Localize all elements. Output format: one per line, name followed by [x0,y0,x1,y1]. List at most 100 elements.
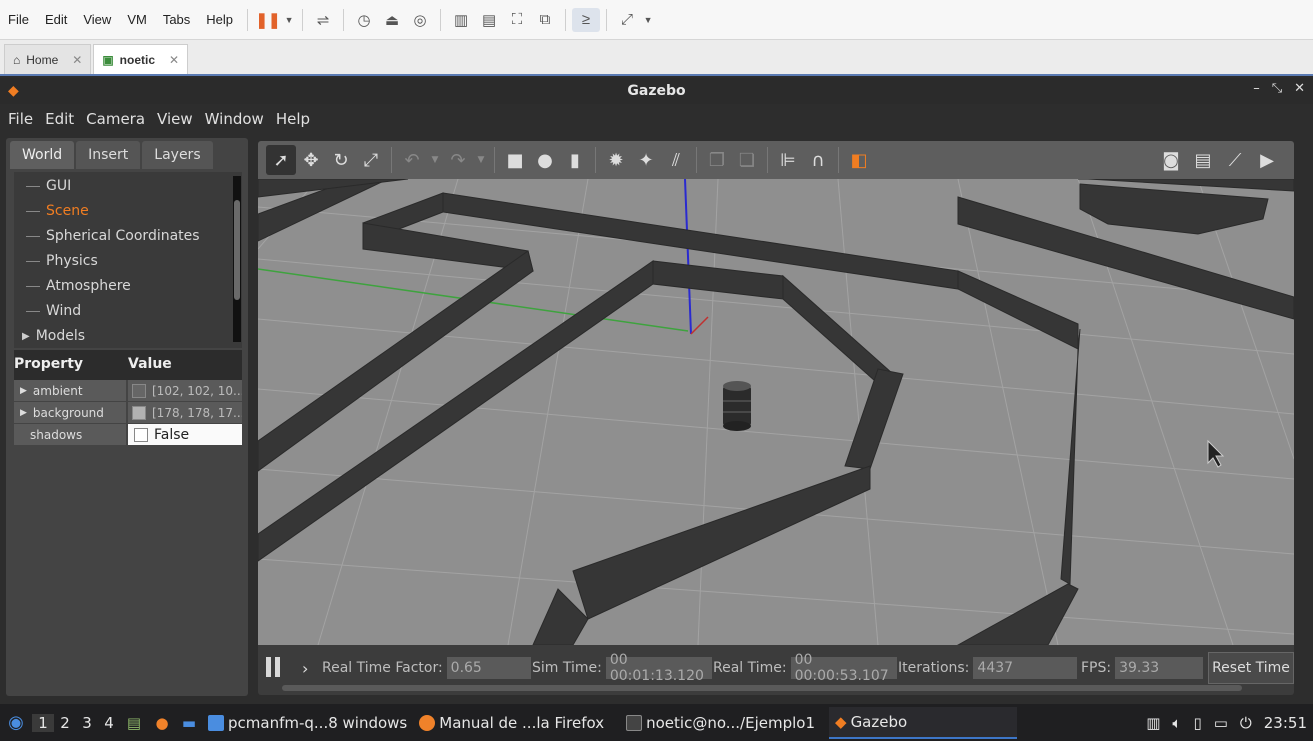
thumbnail-layout-icon[interactable]: ▤ [475,8,503,32]
workspace-2[interactable]: 2 [54,714,76,732]
directional-light-icon[interactable]: ⫽ [661,145,691,175]
align-icon[interactable]: ⊫ [773,145,803,175]
select-mode-icon[interactable]: ➚ [266,145,296,175]
chevron-down-icon[interactable]: ▼ [427,145,443,175]
tree-item-spherical-coordinates[interactable]: Spherical Coordinates [14,224,200,248]
keyboard-layout-icon[interactable]: ▥ [1146,714,1160,732]
pause-simulation-icon[interactable] [266,657,284,679]
point-light-icon[interactable]: ✹ [601,145,631,175]
reset-time-button[interactable]: Reset Time [1208,652,1294,684]
vm-menu-vm[interactable]: VM [119,12,155,27]
screenshot-icon[interactable]: ◙ [1156,145,1186,175]
task-firefox[interactable]: Manual de ...la Firefox [413,707,610,739]
clipboard-icon[interactable]: ▯ [1193,714,1201,732]
scale-mode-icon[interactable]: ⤢ [356,145,386,175]
close-icon[interactable]: ✕ [1294,81,1305,96]
property-row-background[interactable]: ▶ background [178, 178, 17... [14,402,242,424]
menu-help[interactable]: Help [270,110,316,128]
translate-mode-icon[interactable]: ✥ [296,145,326,175]
menu-view[interactable]: View [151,110,199,128]
tree-item-models[interactable]: ▶ Models [14,324,85,348]
clock[interactable]: 23:51 [1264,714,1307,732]
task-gazebo[interactable]: ◆ Gazebo [829,706,1018,739]
tab-insert[interactable]: Insert [76,141,141,169]
vm-menu-edit[interactable]: Edit [37,12,75,27]
vm-menu-view[interactable]: View [75,12,119,27]
cylinder-shape-icon[interactable]: ▮ [560,145,590,175]
fullscreen-icon[interactable]: ⛶ [503,8,531,32]
redo-icon[interactable]: ↷ [443,145,473,175]
chevron-down-icon[interactable]: ▼ [282,8,296,32]
rotate-mode-icon[interactable]: ↻ [326,145,356,175]
vm-menu-help[interactable]: Help [198,12,241,27]
tree-item-gui[interactable]: GUI [14,174,71,198]
task-terminal[interactable]: noetic@no.../Ejemplo1 [620,707,821,739]
property-row-shadows[interactable]: shadows False [14,424,242,446]
send-keys-icon[interactable]: ⇌ [309,8,337,32]
color-swatch[interactable] [132,383,146,398]
start-menu-icon[interactable]: ◉ [0,712,32,733]
workspace-4[interactable]: 4 [98,714,120,732]
network-icon[interactable]: ⏻ [1240,714,1252,732]
sphere-shape-icon[interactable]: ● [530,145,560,175]
undo-icon[interactable]: ↶ [397,145,427,175]
copy-icon[interactable]: ❐ [702,145,732,175]
stretch-icon[interactable]: ⤢ [613,8,641,32]
view-angle-icon[interactable]: ◧ [844,145,874,175]
chevron-down-icon[interactable]: ▼ [641,8,655,32]
workspace-3[interactable]: 3 [76,714,98,732]
step-icon[interactable]: › [302,659,308,678]
expand-arrow-icon[interactable]: ▶ [20,386,27,396]
box-shape-icon[interactable]: ■ [500,145,530,175]
menu-file[interactable]: File [2,110,39,128]
horizontal-scrollbar[interactable] [282,685,1242,691]
chevron-down-icon[interactable]: ▼ [473,145,489,175]
tab-home[interactable]: ⌂ Home ✕ [4,44,92,74]
scrollbar-thumb[interactable] [234,200,240,300]
menu-camera[interactable]: Camera [80,110,151,128]
tab-world[interactable]: World [10,141,75,169]
maximize-icon[interactable]: ⤡ [1272,81,1282,96]
volume-icon[interactable]: 🔈︎ [1172,714,1181,732]
tree-scrollbar[interactable] [233,176,241,342]
revert-snapshot-icon[interactable]: ⏏ [378,8,406,32]
snapshot-manager-icon[interactable]: ◎ [406,8,434,32]
tree-item-scene[interactable]: Scene [14,199,89,223]
paste-icon[interactable]: ❏ [732,145,762,175]
snapshot-icon[interactable]: ◷ [350,8,378,32]
spot-light-icon[interactable]: ✦ [631,145,661,175]
color-swatch[interactable] [132,405,146,420]
close-icon[interactable]: ✕ [72,53,82,67]
desktop-launcher-icon[interactable]: ▬ [176,714,202,732]
task-file-manager[interactable]: pcmanfm-q...8 windows [202,707,413,739]
console-view-icon[interactable]: ≥ [572,7,601,32]
display-icon[interactable]: ▭ [1214,714,1228,732]
pause-vm-icon[interactable]: ❚❚ [254,8,282,32]
expand-arrow-icon[interactable]: ▶ [22,331,30,342]
menu-window[interactable]: Window [199,110,270,128]
tree-item-wind[interactable]: Wind [14,299,81,323]
tree-item-physics[interactable]: Physics [14,249,98,273]
unity-icon[interactable]: ⧉ [531,8,559,32]
tab-noetic[interactable]: ▣ noetic ✕ [93,44,189,74]
sidebar-layout-icon[interactable]: ▥ [447,8,475,32]
menu-edit[interactable]: Edit [39,110,80,128]
turtlebot-model[interactable] [723,381,751,431]
workspace-1[interactable]: 1 [32,713,54,732]
vm-menu-tabs[interactable]: Tabs [155,12,198,27]
vm-menu-file[interactable]: File [0,12,37,27]
shadows-checkbox[interactable] [134,427,148,442]
expand-arrow-icon[interactable]: ▶ [20,408,27,418]
minimize-icon[interactable]: – [1253,81,1260,96]
close-icon[interactable]: ✕ [169,53,179,67]
firefox-launcher-icon[interactable]: ● [148,714,176,732]
plot-icon[interactable]: ⟋ [1220,145,1250,175]
log-icon[interactable]: ▤ [1188,145,1218,175]
snap-icon[interactable]: ∩ [803,145,833,175]
tab-layers[interactable]: Layers [142,141,213,169]
record-video-icon[interactable]: ▶ [1252,145,1282,175]
file-manager-launcher-icon[interactable]: ▤ [120,714,148,732]
tree-item-atmosphere[interactable]: Atmosphere [14,274,131,298]
3d-viewport[interactable] [258,179,1294,645]
property-row-ambient[interactable]: ▶ ambient [102, 102, 10... [14,380,242,402]
